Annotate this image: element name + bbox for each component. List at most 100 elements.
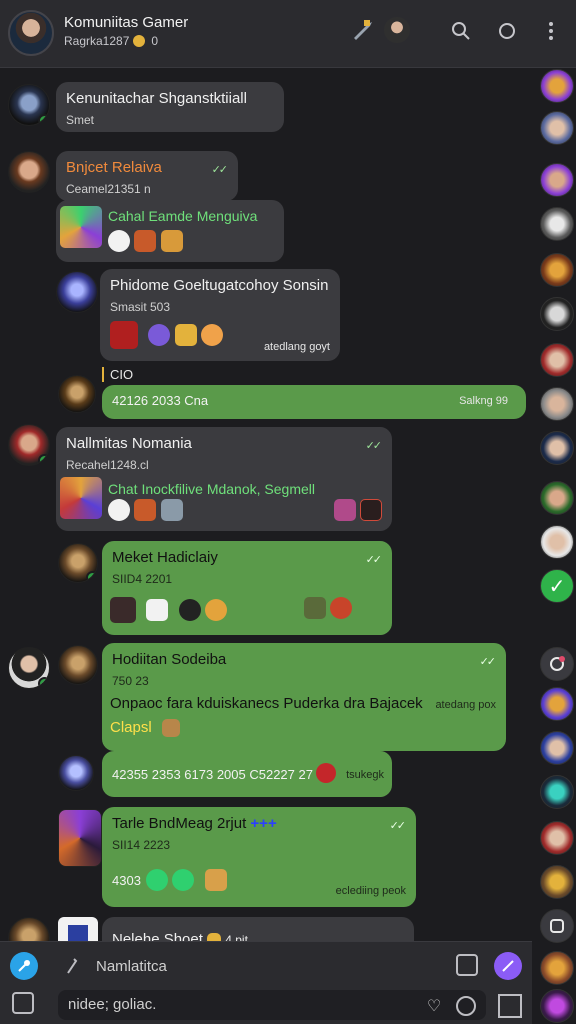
emoji-icon[interactable] xyxy=(456,954,478,976)
message-stamp: tsukegk xyxy=(346,769,384,781)
refresh-icon[interactable] xyxy=(540,647,574,681)
check-icon[interactable]: ✓ xyxy=(540,569,574,603)
more-icon[interactable] xyxy=(538,18,564,44)
badge-icon xyxy=(108,230,130,252)
avatar[interactable] xyxy=(8,917,50,941)
message-bubble[interactable]: 42355 2353 6173 2005 C52227 27 tsukegk xyxy=(102,751,392,797)
read-ticks-icon: ✓✓ xyxy=(365,554,383,566)
member-avatar[interactable] xyxy=(540,387,574,421)
message-bubble[interactable]: Hodiitan Sodeiba 750 23 ✓✓ Onpaoc fara k… xyxy=(102,643,506,751)
badge-icon xyxy=(148,324,171,346)
member-avatar[interactable] xyxy=(540,731,574,765)
chest-icon xyxy=(134,230,157,252)
game-sticker[interactable] xyxy=(60,477,102,519)
member-avatar[interactable] xyxy=(384,17,410,43)
card-icon xyxy=(360,499,382,521)
sender-name: Phidome Goeltugatcohoy Sonsin xyxy=(110,277,329,294)
avatar[interactable] xyxy=(58,543,98,583)
voice-icon[interactable] xyxy=(10,952,38,980)
message-bubble[interactable]: Nelehe Shoet 4 pit xyxy=(102,917,414,941)
badge-icon xyxy=(178,599,201,621)
plus-icon: +++ xyxy=(250,815,277,832)
message-bubble[interactable]: Kenunitachar Shganstktiiall Smet xyxy=(56,82,284,132)
reply-label: CIO xyxy=(102,367,133,382)
potion-icon xyxy=(201,324,224,346)
message-bubble[interactable]: Bnjcet Relaiva Ceamel21351 n ✓✓ xyxy=(56,151,238,201)
group-title[interactable]: Komuniitas Gamer xyxy=(64,14,188,31)
member-avatar[interactable] xyxy=(540,865,574,899)
member-avatar[interactable] xyxy=(540,525,574,559)
avatar[interactable] xyxy=(58,755,94,791)
read-ticks-icon: ✓✓ xyxy=(389,820,407,832)
coin-icon xyxy=(205,599,228,621)
hex-icon xyxy=(174,324,197,346)
send-icon[interactable] xyxy=(494,952,522,980)
sender-name: Meket Hadiclaiy xyxy=(112,549,218,566)
member-avatar[interactable] xyxy=(540,821,574,855)
search-icon[interactable] xyxy=(448,18,474,44)
avatar[interactable] xyxy=(8,84,50,126)
member-avatar[interactable] xyxy=(540,111,574,145)
message-bubble[interactable]: Meket Hadiclaiy SIID4 2201 ✓✓ xyxy=(102,541,392,635)
member-avatar[interactable] xyxy=(540,297,574,331)
member-avatar[interactable] xyxy=(540,951,574,985)
message-bubble[interactable]: Cahal Eamde Menguiva xyxy=(56,200,284,262)
avatar[interactable] xyxy=(58,375,96,413)
draft-input[interactable]: nidee; goliac. xyxy=(58,990,486,1020)
avatar[interactable] xyxy=(56,271,98,313)
online-badge xyxy=(38,454,49,465)
avatar[interactable] xyxy=(8,151,50,193)
shield-icon xyxy=(204,869,227,891)
message-subtext: Smet xyxy=(66,113,95,127)
message-bubble[interactable]: Tarle BndMeag 2rjut +++ SII14 2223 ✓✓ 43… xyxy=(102,807,416,907)
avatar[interactable] xyxy=(8,647,50,689)
game-sticker[interactable] xyxy=(58,917,98,941)
member-rail[interactable]: ✓ xyxy=(536,69,576,1024)
game-sticker[interactable] xyxy=(110,597,136,623)
message-stamp: Salkng 99 xyxy=(459,395,508,407)
avatar[interactable] xyxy=(58,645,98,685)
chest-icon xyxy=(333,499,356,521)
member-avatar[interactable] xyxy=(540,687,574,721)
message-subtext: SII14 2223 xyxy=(112,838,171,852)
group-count: 0 xyxy=(151,34,159,48)
avatar[interactable] xyxy=(8,424,50,466)
member-avatar[interactable] xyxy=(540,431,574,465)
member-avatar[interactable] xyxy=(540,775,574,809)
attach-icon[interactable] xyxy=(62,956,82,976)
gem-icon xyxy=(172,869,195,891)
message-line: Chat Inockfilive Mdanok, Segmell xyxy=(108,481,315,497)
heart-icon[interactable]: ♡ xyxy=(424,996,444,1016)
layout-icon[interactable] xyxy=(498,994,522,1018)
game-sticker[interactable] xyxy=(110,321,138,349)
member-avatar[interactable] xyxy=(540,69,574,103)
member-avatar[interactable] xyxy=(540,481,574,515)
clock-icon[interactable] xyxy=(456,996,476,1016)
sword-icon[interactable] xyxy=(350,18,376,44)
reaction-icon[interactable] xyxy=(316,763,336,783)
member-avatar[interactable] xyxy=(540,207,574,241)
message-bubble[interactable]: Nallmitas Nomania Recahel1248.cl ✓✓ Chat… xyxy=(56,427,392,531)
message-bubble[interactable]: Phidome Goeltugatcohoy Sonsin Smasit 503… xyxy=(100,269,340,361)
member-avatar[interactable] xyxy=(540,163,574,197)
settings-icon[interactable] xyxy=(540,909,574,943)
message-stamp: atedang pox xyxy=(435,699,496,711)
chest-icon xyxy=(134,499,157,521)
member-avatar[interactable] xyxy=(540,343,574,377)
game-sticker[interactable] xyxy=(60,206,102,248)
sender-name: Kenunitachar Shganstktiiall xyxy=(66,90,247,107)
member-avatar[interactable] xyxy=(540,989,574,1023)
member-avatar[interactable] xyxy=(540,253,574,287)
read-ticks-icon: ✓✓ xyxy=(365,440,383,452)
group-avatar[interactable] xyxy=(8,10,54,56)
refresh-icon[interactable] xyxy=(494,18,520,44)
sword-icon xyxy=(303,597,326,619)
message-bubble[interactable]: 42126 2033 Cna Salkng 99 xyxy=(102,385,526,419)
message-text: Onpaoc fara kduiskanecs Puderka dra Baja… xyxy=(110,695,423,712)
gallery-icon[interactable] xyxy=(12,992,34,1014)
message-stamp: atedlang goyt xyxy=(263,341,330,353)
read-ticks-icon: ✓✓ xyxy=(479,656,497,668)
avatar[interactable] xyxy=(58,809,102,867)
message-list[interactable]: Kenunitachar Shganstktiiall Smet Bnjcet … xyxy=(0,69,532,941)
coin-icon xyxy=(133,35,146,47)
